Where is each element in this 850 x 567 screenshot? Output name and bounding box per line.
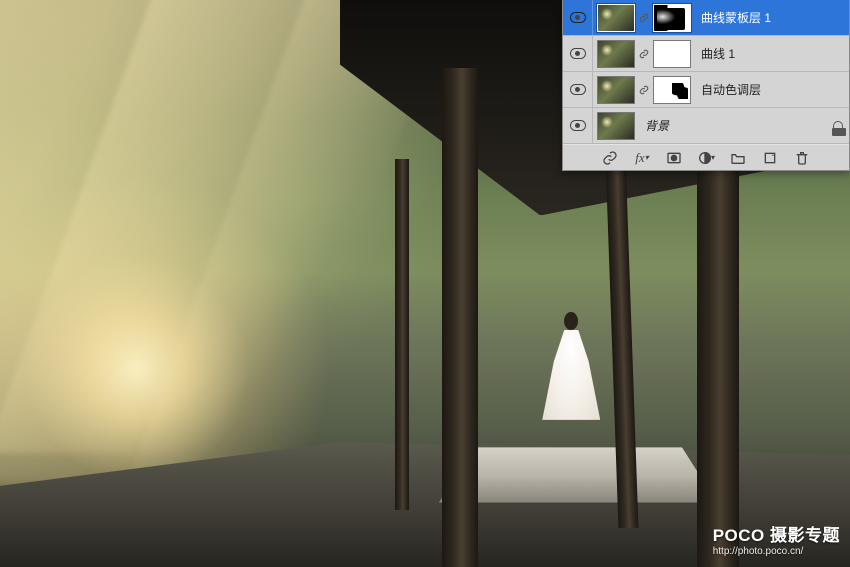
link-layers-button[interactable] xyxy=(601,149,619,167)
layer-thumbnail[interactable] xyxy=(597,4,635,32)
watermark-title: POCO 摄影专题 xyxy=(713,526,840,546)
lock-icon xyxy=(833,121,843,131)
layer-label[interactable]: 自动色调层 xyxy=(695,81,849,98)
visibility-toggle[interactable] xyxy=(563,72,593,107)
link-icon xyxy=(639,11,649,25)
link-icon xyxy=(639,47,649,61)
layer-thumbnail[interactable] xyxy=(597,40,635,68)
new-layer-button[interactable] xyxy=(761,149,779,167)
eye-icon xyxy=(570,120,586,131)
add-mask-button[interactable] xyxy=(665,149,683,167)
layer-mask-thumbnail[interactable] xyxy=(653,4,691,32)
new-group-button[interactable] xyxy=(729,149,747,167)
layer-mask-thumbnail[interactable] xyxy=(653,76,691,104)
layer-thumbnail[interactable] xyxy=(597,76,635,104)
layer-row[interactable]: 曲线 1 xyxy=(563,36,849,72)
new-adjustment-layer-button[interactable]: ▾ xyxy=(697,149,715,167)
visibility-toggle[interactable] xyxy=(563,0,593,35)
delete-layer-button[interactable] xyxy=(793,149,811,167)
layer-mask-thumbnail[interactable] xyxy=(653,40,691,68)
visibility-toggle[interactable] xyxy=(563,108,593,143)
watermark: POCO 摄影专题 http://photo.poco.cn/ xyxy=(713,526,840,557)
person-figure xyxy=(548,312,594,420)
fx-icon: fx xyxy=(635,150,644,166)
eye-icon xyxy=(570,84,586,95)
watermark-url: http://photo.poco.cn/ xyxy=(713,546,840,558)
eye-icon xyxy=(570,48,586,59)
eye-icon xyxy=(570,12,586,23)
layer-label[interactable]: 曲线 1 xyxy=(695,45,849,62)
layer-thumbnail[interactable] xyxy=(597,112,635,140)
lock-indicator[interactable] xyxy=(827,121,849,131)
visibility-toggle[interactable] xyxy=(563,36,593,71)
layers-panel: 曲线蒙板层 1 曲线 1 自动色调层 xyxy=(562,0,850,171)
pillar xyxy=(442,68,478,567)
layer-label[interactable]: 背景 xyxy=(639,117,827,134)
layer-row[interactable]: 自动色调层 xyxy=(563,72,849,108)
pillar xyxy=(395,159,409,511)
layer-label[interactable]: 曲线蒙板层 1 xyxy=(695,9,849,26)
pavilion-floor xyxy=(439,447,717,502)
layer-row[interactable]: 背景 xyxy=(563,108,849,144)
layer-effects-button[interactable]: fx▾ xyxy=(633,149,651,167)
link-icon xyxy=(639,83,649,97)
layers-panel-toolbar: fx▾ ▾ xyxy=(563,144,849,170)
layer-row[interactable]: 曲线蒙板层 1 xyxy=(563,0,849,36)
